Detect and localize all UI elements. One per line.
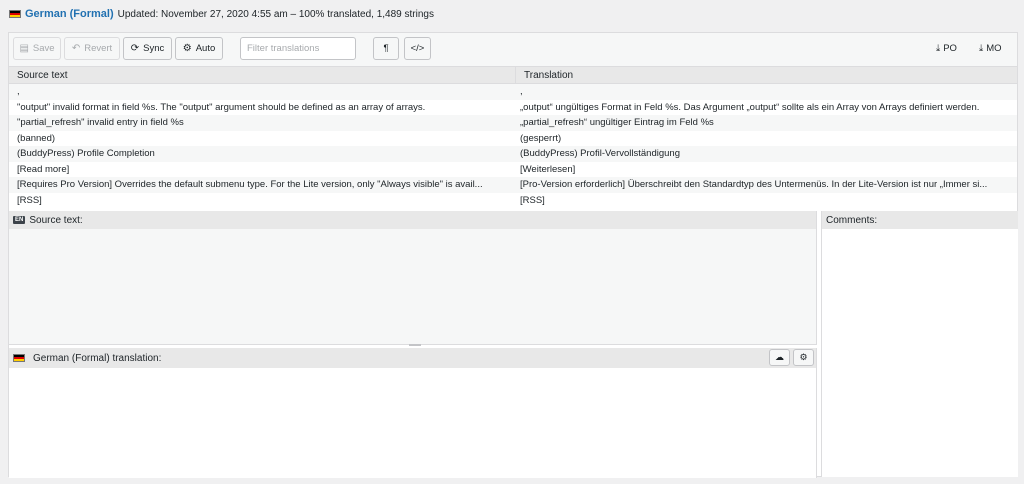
invisibles-toggle[interactable]: ¶ bbox=[373, 37, 399, 60]
source-cell: "output" invalid format in field %s. The… bbox=[17, 101, 426, 113]
save-icon: ▤ bbox=[19, 43, 29, 54]
translation-cell: [Weiterlesen] bbox=[520, 163, 576, 175]
translation-cell: (BuddyPress) Profil-Vervollständigung bbox=[520, 148, 680, 159]
download-icon: ⤓ bbox=[936, 43, 941, 54]
table-row[interactable]: "output" invalid format in field %s. The… bbox=[9, 100, 1017, 116]
translation-pane-label: German (Formal) translation: bbox=[33, 352, 162, 364]
table-row[interactable]: (banned) (gesperrt) bbox=[9, 131, 1017, 147]
auto-button[interactable]: ⚙ Auto bbox=[175, 37, 223, 60]
source-pane-label: Source text: bbox=[29, 214, 83, 226]
comments-pane: Comments: bbox=[821, 211, 1018, 477]
source-text-area bbox=[9, 229, 816, 341]
translation-cell: „output“ ungültiges Format in Feld %s. D… bbox=[520, 101, 980, 113]
comments-pane-label: Comments: bbox=[826, 214, 878, 226]
download-mo-button[interactable]: ⤓ MO bbox=[979, 43, 1002, 54]
translation-pane-header: German (Formal) translation: ☁ ⚙ bbox=[9, 348, 816, 368]
table-header: Source text Translation bbox=[9, 67, 1017, 84]
source-cell: (BuddyPress) Profile Completion bbox=[17, 148, 155, 159]
table-row[interactable]: ,, bbox=[9, 84, 1017, 100]
translation-pane: German (Formal) translation: ☁ ⚙ bbox=[9, 348, 817, 478]
translation-cell: , bbox=[520, 86, 523, 97]
table-row[interactable]: [Requires Pro Version] Overrides the def… bbox=[9, 177, 1017, 193]
undo-icon: ↶ bbox=[71, 43, 81, 54]
table-row[interactable]: (BuddyPress) Profile Completion (BuddyPre… bbox=[9, 146, 1017, 162]
editor-header: German (Formal) Updated: November 27, 20… bbox=[9, 7, 434, 21]
translation-text-area[interactable] bbox=[9, 368, 816, 478]
sync-button[interactable]: ⟳ Sync bbox=[123, 37, 172, 60]
translation-cell: [RSS] bbox=[520, 194, 545, 206]
table-row[interactable]: [Read more] [Weiterlesen] bbox=[9, 162, 1017, 178]
source-cell: , bbox=[17, 86, 20, 97]
source-pane-header: EN Source text: bbox=[9, 211, 816, 229]
table-row[interactable]: [RSS] [RSS] bbox=[9, 193, 1017, 209]
cloud-icon[interactable]: ☁ bbox=[769, 349, 790, 366]
translation-cell: (gesperrt) bbox=[520, 132, 562, 144]
pane-resize-handle[interactable] bbox=[409, 344, 421, 346]
revert-button[interactable]: ↶ Revert bbox=[64, 37, 120, 60]
translation-cell: [Pro-Version erforderlich] Überschreibt … bbox=[520, 179, 988, 190]
download-po-button[interactable]: ⤓ PO bbox=[936, 43, 957, 54]
language-link[interactable]: German (Formal) bbox=[25, 8, 114, 20]
comments-text-area[interactable] bbox=[822, 229, 1018, 475]
strings-table: Source text Translation ,, "output" inval… bbox=[9, 67, 1017, 208]
source-cell: [Requires Pro Version] Overrides the def… bbox=[17, 179, 483, 190]
source-cell: "partial_refresh" invalid entry in field… bbox=[17, 117, 184, 128]
source-cell: [RSS] bbox=[17, 194, 42, 206]
robot-icon: ⚙ bbox=[182, 43, 192, 54]
translation-cell: „partial_refresh“ ungültiger Eintrag im … bbox=[520, 117, 714, 128]
sync-icon: ⟳ bbox=[130, 43, 140, 54]
table-row[interactable]: "partial_refresh" invalid entry in field… bbox=[9, 115, 1017, 131]
robot-icon[interactable]: ⚙ bbox=[793, 349, 814, 366]
save-button[interactable]: ▤ Save bbox=[13, 37, 61, 60]
source-column-header[interactable]: Source text bbox=[9, 67, 515, 83]
source-cell: (banned) bbox=[17, 132, 56, 144]
en-badge: EN bbox=[13, 216, 26, 224]
source-pane: EN Source text: bbox=[9, 211, 817, 345]
filter-input[interactable] bbox=[240, 37, 356, 60]
source-cell: [Read more] bbox=[17, 163, 70, 175]
toolbar: ▤ Save ↶ Revert ⟳ Sync ⚙ Auto ¶ </> ⤓ PO… bbox=[9, 33, 1017, 67]
header-meta: Updated: November 27, 2020 4:55 am – 100… bbox=[117, 8, 434, 20]
download-icon: ⤓ bbox=[979, 43, 984, 54]
translation-column-header[interactable]: Translation bbox=[515, 67, 1017, 83]
german-flag-icon bbox=[9, 10, 21, 18]
table-body: ,, "output" invalid format in field %s. T… bbox=[9, 84, 1017, 208]
translation-editor: ▤ Save ↶ Revert ⟳ Sync ⚙ Auto ¶ </> ⤓ PO… bbox=[8, 32, 1018, 478]
comments-pane-header: Comments: bbox=[822, 211, 1018, 229]
code-view-toggle[interactable]: </> bbox=[404, 37, 431, 60]
german-flag-icon bbox=[13, 354, 25, 362]
